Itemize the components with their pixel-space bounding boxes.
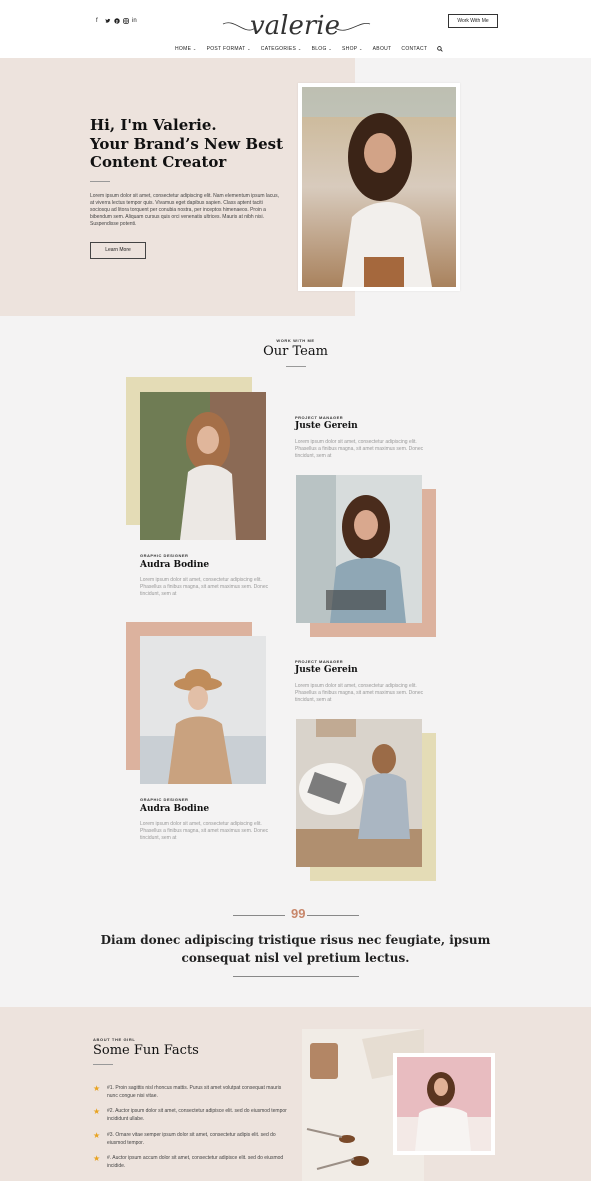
member-name: Juste Gerein [295,421,358,431]
list-item: ★ #. Auctor ipsum accum dolor sit amet, c… [93,1154,284,1169]
twitter-icon[interactable] [105,18,111,26]
woman-portrait-image [397,1057,491,1151]
hero-photo [298,83,460,291]
chevron-down-icon: ⌄ [247,46,251,51]
hero-title: Hi, I'm Valerie. Your Brand’s New Best C… [90,116,284,171]
list-item: ★ #3. Ornare vitae semper ipsum dolor sit… [93,1131,276,1146]
member-name: Audra Bodine [140,560,210,570]
nav-item-post-format[interactable]: POST FORMAT ⌄ [207,46,251,54]
team-member-photo [140,392,266,540]
pinterest-icon[interactable]: p [114,18,120,26]
chevron-down-icon: ⌄ [328,46,333,51]
svg-text:valerie: valerie [250,11,340,41]
member-role: GRAPHIC DESIGNER [140,797,189,802]
work-with-me-button[interactable]: Work With Me [448,14,498,28]
chevron-down-icon: ⌄ [359,46,363,51]
member-name: Audra Bodine [140,804,210,814]
quote-text: Diam donec adipiscing tristique risus ne… [100,933,491,965]
quote-icon: 99 [291,906,306,921]
divider [90,181,110,182]
divider [233,976,359,977]
nav-item-shop[interactable]: SHOP ⌄ [342,46,363,54]
nav-item-categories[interactable]: CATEGORIES ⌄ [261,46,302,54]
nav-item-home[interactable]: HOME ⌄ [175,46,197,54]
hero-description: Lorem ipsum dolor sit amet, consectetur … [90,193,279,227]
member-role: PROJECT MANAGER [295,415,344,420]
chevron-down-icon: ⌄ [192,46,197,51]
nav-item-blog[interactable]: BLOG ⌄ [312,46,332,54]
learn-more-button[interactable]: Learn More [90,242,146,259]
facts-eyebrow: ABOUT THE GIRL [93,1037,136,1042]
divider [233,915,285,916]
facts-title: Some Fun Facts [93,1043,199,1058]
star-icon: ★ [93,1107,101,1116]
instagram-icon[interactable] [123,18,129,26]
facebook-icon[interactable]: f [96,18,98,24]
member-role: GRAPHIC DESIGNER [140,553,189,558]
member-bio: Lorem ipsum dolor sit amet, consectetur … [140,577,269,597]
facts-photo-frame [393,1053,495,1155]
star-icon: ★ [93,1131,101,1140]
chevron-down-icon: ⌄ [297,46,302,51]
nav-item-contact[interactable]: CONTACT [401,46,427,54]
nav-item-about[interactable]: ABOUT [373,46,392,54]
team-title: Our Team [263,344,328,359]
main-nav: HOME ⌄ POST FORMAT ⌄ CATEGORIES ⌄ BLOG ⌄… [175,46,444,54]
member-bio: Lorem ipsum dolor sit amet, consectetur … [140,821,269,841]
team-member-photo [296,719,422,867]
team-member-photo [296,475,422,623]
search-icon[interactable] [437,46,444,54]
facts-background [0,1007,591,1181]
site-logo[interactable]: valerie [215,6,375,46]
member-bio: Lorem ipsum dolor sit amet, consectetur … [295,439,424,459]
linkedin-icon[interactable]: in [132,18,137,24]
divider [286,366,306,367]
star-icon: ★ [93,1154,101,1163]
team-eyebrow: WORK WITH ME [276,338,315,343]
member-name: Juste Gerein [295,665,358,675]
member-role: PROJECT MANAGER [295,659,344,664]
woman-portrait-image [302,87,456,287]
svg-text:p: p [116,19,119,24]
divider [307,915,359,916]
list-item: ★ #2. Auctor ipsum dolor sit amet, consec… [93,1107,287,1122]
divider [93,1064,113,1065]
list-item: ★ #1. Proin sagittis nisl rhoncus mattis.… [93,1084,282,1099]
member-bio: Lorem ipsum dolor sit amet, consectetur … [295,683,424,703]
team-member-photo [140,636,266,784]
star-icon: ★ [93,1084,101,1093]
